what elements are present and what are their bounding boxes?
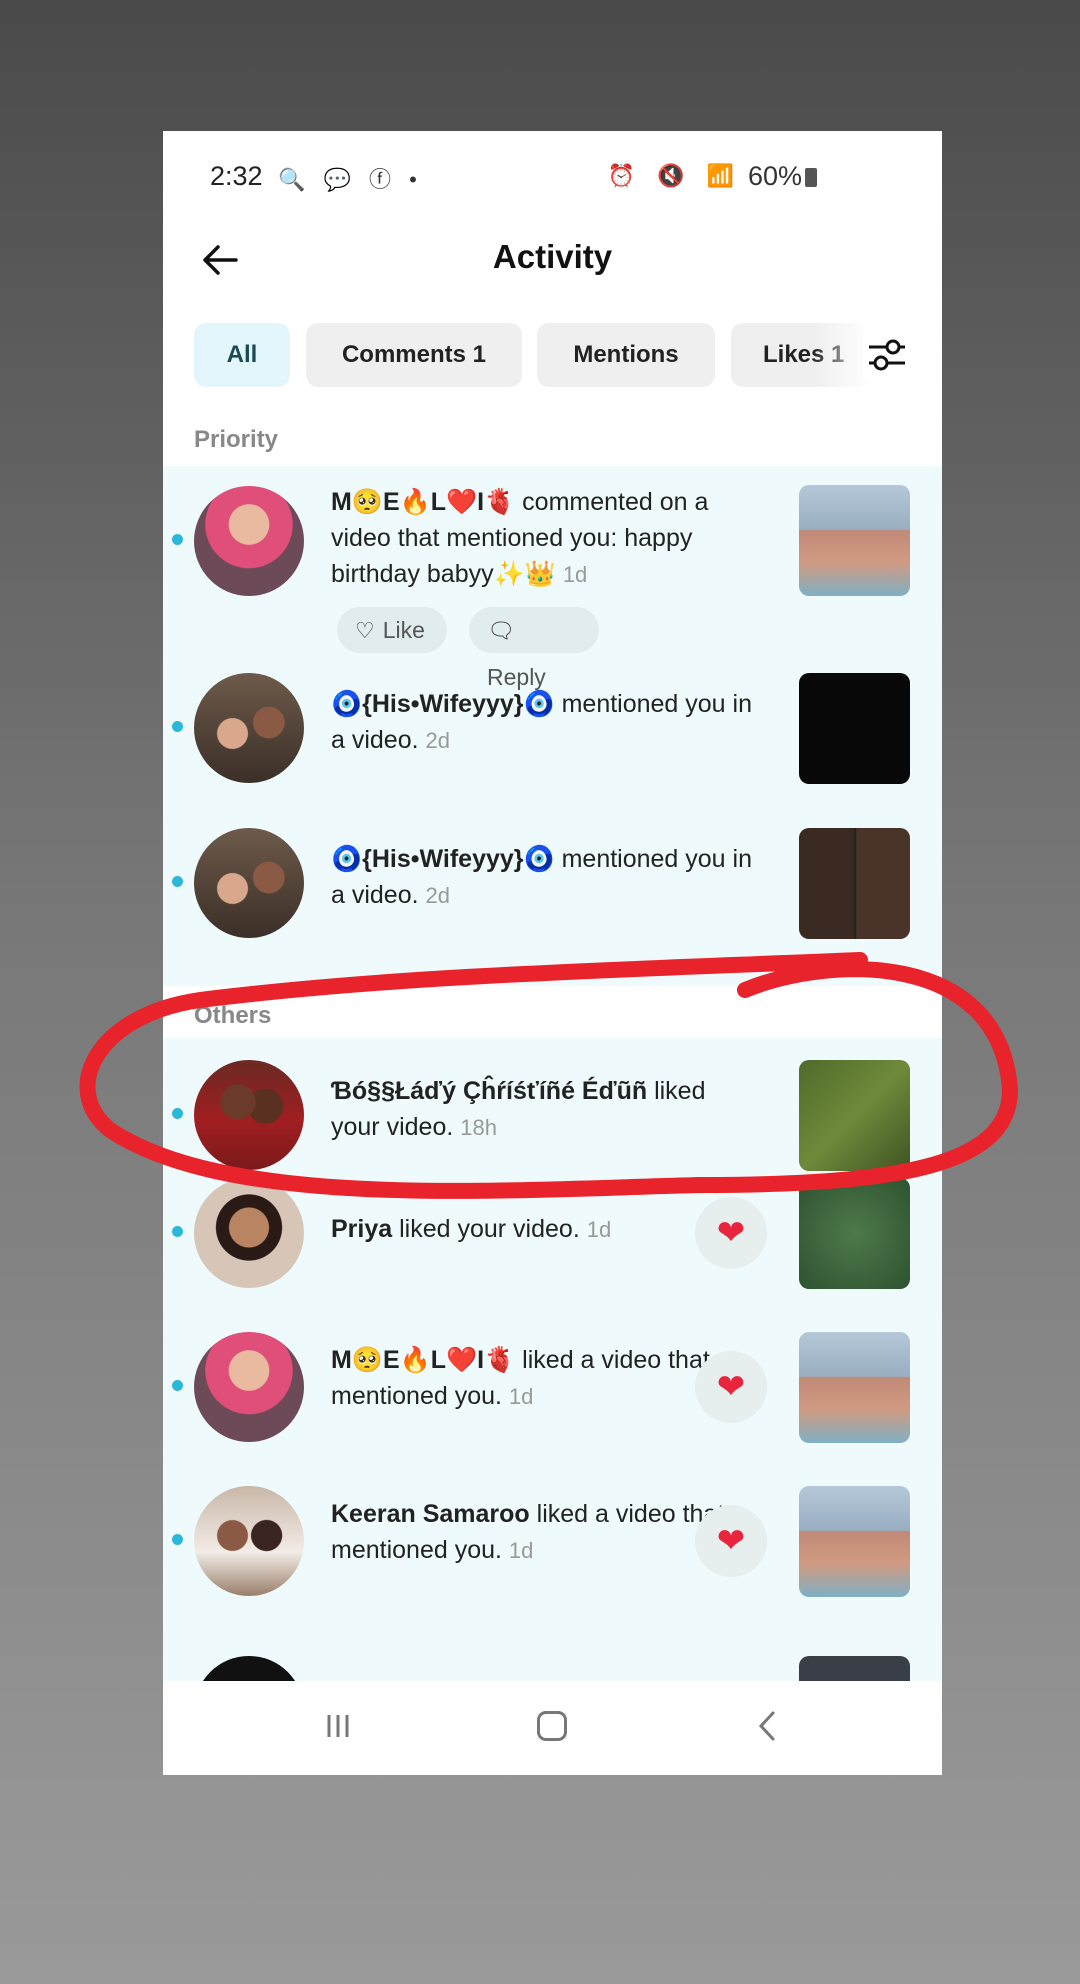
username[interactable]: Priya [331,1215,392,1243]
status-time: 2:32 [210,161,263,191]
unread-dot [172,1108,183,1119]
avatar[interactable] [194,1486,304,1596]
unread-dot [172,1534,183,1545]
list-item[interactable]: Ɓó§§Łáďý Çĥŕíśťíñé Éďũñ liked your video… [163,1038,942,1188]
video-thumbnail[interactable] [799,485,910,596]
video-thumbnail[interactable] [799,828,910,939]
username[interactable]: 🧿{His•Wifeyyy}🧿 [331,845,555,873]
battery-level: 60% [748,161,817,192]
username[interactable]: Keeran Samaroo [331,1500,530,1528]
list-item[interactable]: M🥺E🔥L❤️I🫀 commented on a video that ment… [163,466,942,690]
activity-text: M🥺E🔥L❤️I🫀 commented on a video that ment… [331,488,709,588]
unread-dot [172,721,183,732]
others-list: Ɓó§§Łáďý Çĥŕíśťíñé Éďũñ liked your video… [163,1038,942,1767]
battery-icon [805,168,817,187]
avatar[interactable] [194,828,304,938]
video-thumbnail[interactable] [799,673,910,784]
list-item[interactable]: 🧿{His•Wifeyyy}🧿 mentioned you in a video… [163,671,942,826]
priority-list: M🥺E🔥L❤️I🫀 commented on a video that ment… [163,466,942,986]
liked-heart-button[interactable]: ❤ [695,1197,767,1269]
username[interactable]: M🥺E🔥L❤️I🫀 [331,488,515,516]
unread-dot [172,534,183,545]
status-bar: 2:32 🔍 💬 ⓕ • ⏰ 🔇 📶 60% [163,131,942,226]
reply-bubble-icon: 🗨 [487,618,515,643]
activity-text: Ɓó§§Łáďý Çĥŕíśťíñé Éďũñ liked your video… [331,1077,706,1141]
reply-button[interactable]: 🗨Reply [469,607,599,690]
recent-apps-icon[interactable] [323,1711,353,1741]
tab-comments[interactable]: Comments 1 [306,323,522,387]
avatar[interactable] [194,673,304,783]
unread-dot [172,876,183,887]
filter-sliders-icon[interactable] [863,331,911,379]
notification-icons: 🔍 💬 ⓕ • [278,167,423,192]
heart-icon: ❤ [716,1368,746,1406]
list-item[interactable]: 🧿{His•Wifeyyy}🧿 mentioned you in a video… [163,826,942,981]
username[interactable]: Ɓó§§Łáďý Çĥŕíśťíñé Éďũñ [331,1077,647,1105]
page-title: Activity [492,238,613,275]
header: Activity [163,226,942,296]
filter-tabs: All Comments 1 Mentions Likes 1 [194,323,914,387]
section-priority-label: Priority [194,426,279,453]
system-icons: ⏰ 🔇 📶 [607,163,742,188]
video-thumbnail[interactable] [799,1060,910,1171]
activity-text: 🧿{His•Wifeyyy}🧿 mentioned you in a video… [331,845,752,909]
avatar[interactable] [194,1178,304,1288]
list-item[interactable]: Keeran Samaroo liked a video that mentio… [163,1486,942,1646]
username[interactable]: M🥺E🔥L❤️I🫀 [331,1346,515,1374]
tab-all[interactable]: All [194,323,290,387]
list-item[interactable]: M🥺E🔥L❤️I🫀 liked a video that mentioned y… [163,1332,942,1492]
section-others-label: Others [194,1002,272,1029]
heart-icon: ❤ [716,1214,746,1252]
home-icon[interactable] [537,1711,567,1741]
unread-dot [172,1226,183,1237]
like-heart-outline-icon: ♡ [355,618,375,643]
avatar[interactable] [194,1060,304,1170]
nav-back-icon[interactable] [753,1709,783,1743]
avatar[interactable] [194,486,304,596]
avatar[interactable] [194,1332,304,1442]
system-nav-bar [163,1681,942,1775]
activity-text: 🧿{His•Wifeyyy}🧿 mentioned you in a video… [331,690,752,754]
username[interactable]: 🧿{His•Wifeyyy}🧿 [331,690,555,718]
phone-screen: 2:32 🔍 💬 ⓕ • ⏰ 🔇 📶 60% Activity All Comm… [163,131,942,1775]
liked-heart-button[interactable]: ❤ [695,1351,767,1423]
tab-mentions[interactable]: Mentions [537,323,715,387]
video-thumbnail[interactable] [799,1332,910,1443]
liked-heart-button[interactable]: ❤ [695,1505,767,1577]
heart-icon: ❤ [716,1522,746,1560]
video-thumbnail[interactable] [799,1486,910,1597]
unread-dot [172,1380,183,1391]
list-item[interactable]: Priya liked your video. 1d ❤ [163,1178,942,1338]
like-button[interactable]: ♡ Like [337,607,447,653]
video-thumbnail[interactable] [799,1178,910,1289]
